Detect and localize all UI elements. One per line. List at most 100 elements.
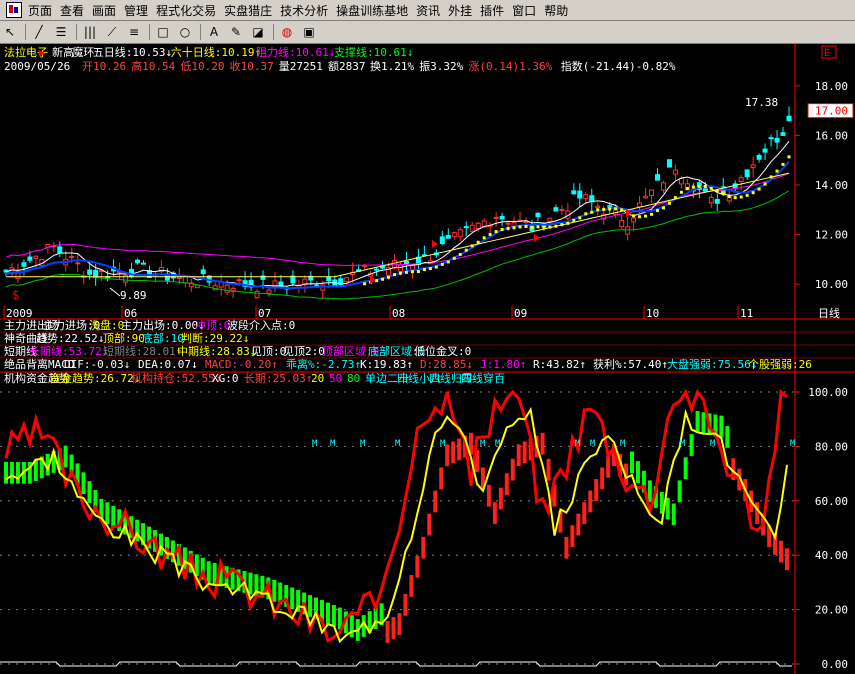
price-axis-label-1: 16.00	[815, 129, 848, 142]
indicator-bar	[391, 617, 396, 639]
signal-M-12: M	[790, 439, 796, 449]
grid-icon[interactable]: |||	[80, 23, 100, 41]
candle-body	[469, 224, 475, 232]
candle-body	[672, 169, 678, 175]
signal-M-10: M	[680, 439, 686, 449]
ma-dot	[470, 244, 474, 248]
ma-dot	[703, 184, 707, 188]
menu-item-6[interactable]: 技术分析	[280, 2, 336, 19]
indicator-bar	[486, 484, 491, 507]
ma-dot	[398, 271, 402, 275]
toolbar-separator	[25, 24, 26, 40]
indicator-row0-5: 波段介入点:0	[227, 318, 295, 332]
signal-M-1: M	[330, 439, 336, 449]
text-icon[interactable]: A	[204, 23, 224, 41]
ma-dot	[566, 221, 570, 225]
indicator-row1-2: 顶部:90	[103, 331, 145, 345]
candle-body	[176, 276, 182, 279]
save-icon[interactable]: ▣	[299, 23, 319, 41]
menu-item-8[interactable]: 资讯	[416, 2, 448, 19]
indicator-bar	[516, 444, 521, 467]
candle-body	[272, 280, 278, 287]
ellipse-icon[interactable]: ○	[175, 23, 195, 41]
candle-body	[499, 215, 505, 220]
toolbar-separator	[149, 24, 150, 40]
signal-M-11: M	[710, 439, 716, 449]
menu-item-4[interactable]: 程式化交易	[156, 2, 224, 19]
indicator-row2-3: 中期线:28.83↓	[177, 344, 256, 358]
ma-dot	[554, 224, 558, 228]
header-row1-5: 六十日线:10.19↑	[171, 45, 261, 59]
indicator-icon[interactable]: ☰	[51, 23, 71, 41]
ma-dot	[476, 240, 480, 244]
candle-body	[762, 148, 768, 153]
ma-dot	[781, 162, 785, 166]
ma-dot	[512, 226, 516, 230]
indicator-row4-2: 机构持仓:52.55↓	[131, 371, 221, 385]
ma-dot	[667, 201, 671, 205]
indicator-bar	[785, 548, 789, 571]
menu-item-2[interactable]: 画面	[92, 2, 124, 19]
menu-item-1[interactable]: 查看	[60, 2, 92, 19]
menu-item-12[interactable]: 帮助	[544, 2, 576, 19]
ma-dot	[506, 226, 510, 230]
ma-dot	[500, 227, 504, 231]
indicator-bar	[81, 472, 86, 495]
date-unit-label: 日线	[818, 306, 840, 320]
indicator-bar	[451, 441, 456, 464]
indicator-bar	[457, 438, 462, 461]
candle-body	[768, 137, 774, 140]
menu-item-11[interactable]: 窗口	[512, 2, 544, 19]
header-row1-1: ▶	[39, 46, 46, 59]
indicator-bar	[385, 621, 390, 643]
indicator-bar	[445, 444, 450, 467]
indicator-bar	[206, 561, 211, 584]
price-axis-label-3: 12.00	[815, 229, 848, 242]
indicator-bar	[779, 540, 784, 563]
candle-body	[774, 137, 780, 143]
menu-item-5[interactable]: 实盘猎庄	[224, 2, 280, 19]
menu-item-3[interactable]: 管理	[124, 2, 156, 19]
fan-icon[interactable]: ⟋	[102, 23, 122, 41]
stock-chart-svg[interactable]: 法拉电子▶ 新高魔环五日线:10.53↓六十日线:10.19↑阻力线:10.61↓…	[0, 44, 855, 674]
indicator-row0-4: 冲顶:0	[195, 318, 230, 332]
ma-dot	[608, 207, 612, 211]
ma-dot	[691, 185, 695, 189]
header-row2-8: 振3.32%	[419, 59, 463, 73]
indicator-bar	[504, 473, 509, 496]
cursor-icon[interactable]: ↖	[0, 23, 20, 41]
ma-dot	[428, 267, 432, 271]
candle-body	[397, 264, 403, 272]
menu-item-10[interactable]: 插件	[480, 2, 512, 19]
ma-dot	[650, 212, 654, 216]
brush-icon[interactable]: ✎	[226, 23, 246, 41]
indicator-row1-3: 底部:10	[142, 331, 184, 345]
candle-body	[69, 255, 75, 258]
toolbar: ↖ ╱ ☰ ||| ⟋ ≡ □ ○ A ✎ ◪ ◍ ▣	[0, 21, 855, 44]
candle-body	[451, 232, 457, 237]
signal-M-0: M	[312, 439, 318, 449]
ma-dot	[590, 210, 594, 214]
indicator-bar	[671, 503, 676, 526]
indicator-bar	[564, 536, 569, 559]
indicator-bar	[629, 451, 634, 474]
menu-item-9[interactable]: 外挂	[448, 2, 480, 19]
line-icon[interactable]: ╱	[29, 23, 49, 41]
rect-icon[interactable]: □	[153, 23, 173, 41]
menu-item-7[interactable]: 操盘训练基地	[336, 2, 416, 19]
channel-icon[interactable]: ≡	[124, 23, 144, 41]
ma-dot	[673, 196, 677, 200]
eraser-icon[interactable]: ◪	[248, 23, 268, 41]
indicator-bar	[725, 426, 730, 448]
ma10-line	[5, 161, 790, 290]
ma-dot	[560, 223, 564, 227]
ma-dot	[548, 225, 552, 229]
ma-dot	[745, 193, 749, 197]
signal-M-2: M	[360, 439, 366, 449]
candle-body	[571, 190, 577, 195]
indicator-row1-1: 趋势:22.52↓	[36, 332, 104, 345]
chart-area[interactable]: 法拉电子 ▶ 新高 魔环 五日线:10.53↓ 六十日线:10.19↑ 阻力线:10.61↓…	[0, 44, 855, 674]
candle-body	[786, 115, 792, 122]
menu-item-0[interactable]: 页面	[28, 2, 60, 19]
palette-icon[interactable]: ◍	[277, 23, 297, 41]
